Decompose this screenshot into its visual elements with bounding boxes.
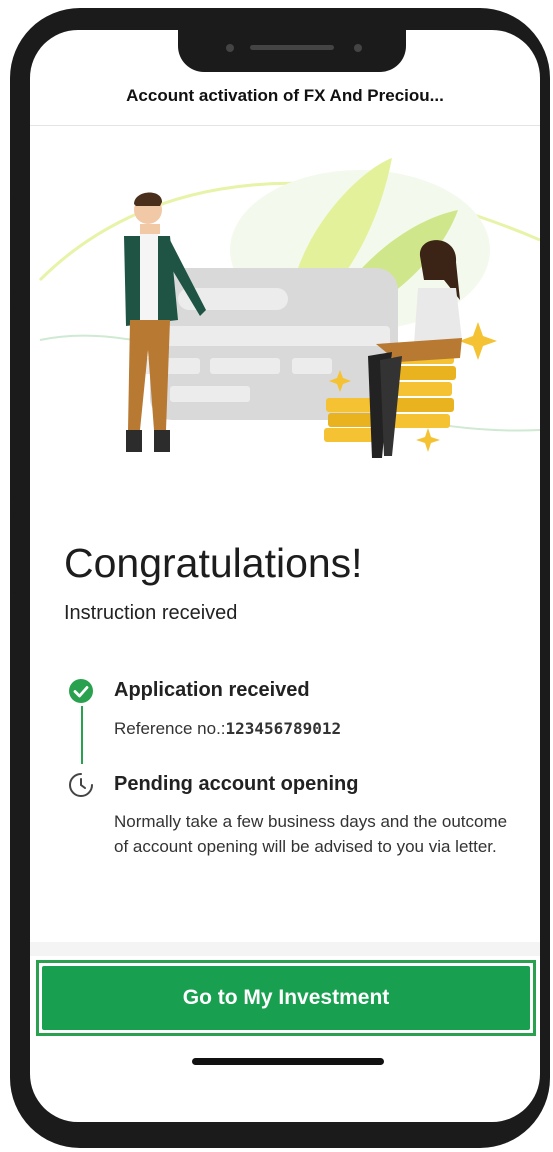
go-to-my-investment-button[interactable]: Go to My Investment (42, 966, 530, 1030)
step-description: Normally take a few business days and th… (114, 812, 508, 856)
phone-screen: Account activation of FX And Preciou... (30, 30, 540, 1122)
reference-line: Reference no.:123456789012 (114, 716, 524, 741)
side-button (12, 198, 24, 293)
success-illustration (38, 158, 540, 458)
page-title: Account activation of FX And Preciou... (126, 86, 444, 105)
step-title-application-received: Application received (114, 679, 310, 701)
step-connector (81, 706, 83, 764)
success-subheading: Instruction received (64, 602, 238, 624)
check-circle-icon (69, 679, 93, 703)
notch (178, 30, 406, 72)
side-button (12, 308, 24, 498)
step-title-pending-account-opening: Pending account opening (114, 773, 359, 795)
header-divider (30, 125, 540, 126)
clock-icon (69, 773, 93, 797)
home-indicator (192, 1058, 384, 1065)
success-heading: Congratulations! (64, 540, 363, 586)
reference-label: Reference no.: (114, 719, 226, 738)
reference-number: 123456789012 (225, 719, 342, 738)
footer-divider (30, 942, 540, 956)
side-button (12, 513, 24, 593)
